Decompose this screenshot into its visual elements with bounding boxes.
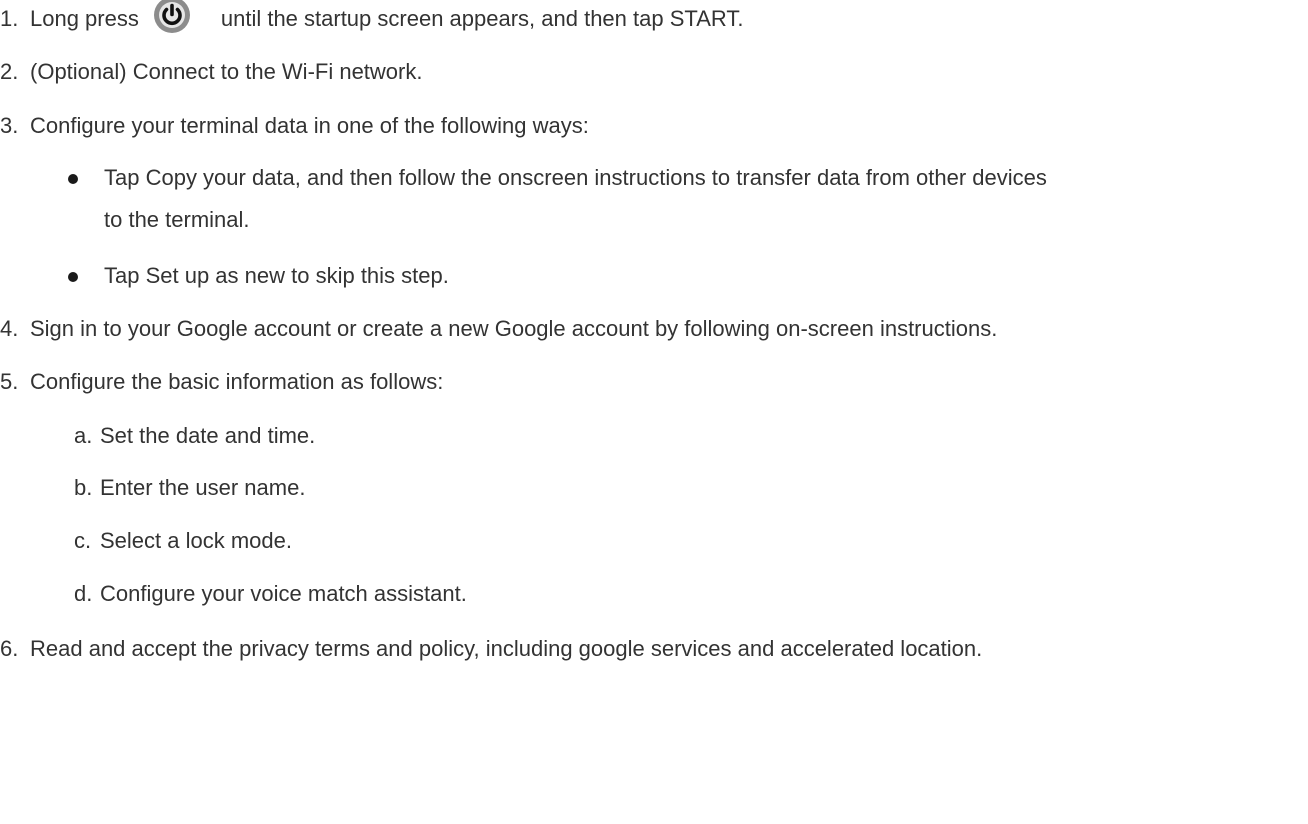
substep-text: Set the date and time. <box>100 423 316 448</box>
substep-text: Configure your voice match assistant. <box>100 581 467 606</box>
step-text-before: Long press <box>30 6 139 31</box>
step-text: (Optional) Connect to the Wi-Fi network. <box>30 59 423 84</box>
power-icon <box>153 0 191 34</box>
step-text: Long press until the startup screen appe… <box>30 0 744 34</box>
step-number: 3. <box>0 113 19 138</box>
step-text: Sign in to your Google account or create… <box>30 316 998 341</box>
substep-text: Enter the user name. <box>100 475 306 500</box>
step-number: 2. <box>0 59 19 84</box>
step-text: Configure the basic information as follo… <box>30 369 444 394</box>
bullet-text: Tap Copy your data, and then follow the … <box>104 165 1047 190</box>
substep-text: Select a lock mode. <box>100 528 292 553</box>
step-text: Configure your terminal data in one of t… <box>30 113 589 138</box>
substep-letter: d. <box>74 581 93 606</box>
bullet-dot <box>68 174 78 184</box>
substep-letter: a. <box>74 423 93 448</box>
step-text-after: until the startup screen appears, and th… <box>220 6 744 31</box>
step-number: 1. <box>0 6 19 31</box>
step-number: 6. <box>0 636 19 661</box>
step-number: 5. <box>0 369 19 394</box>
substep-letter: c. <box>74 528 92 553</box>
bullet-text: Tap Set up as new to skip this step. <box>104 263 449 288</box>
step-text: Read and accept the privacy terms and po… <box>30 636 983 661</box>
bullet-text: to the terminal. <box>104 207 250 232</box>
bullet-dot <box>68 272 78 282</box>
substep-letter: b. <box>74 475 93 500</box>
step-number: 4. <box>0 316 19 341</box>
